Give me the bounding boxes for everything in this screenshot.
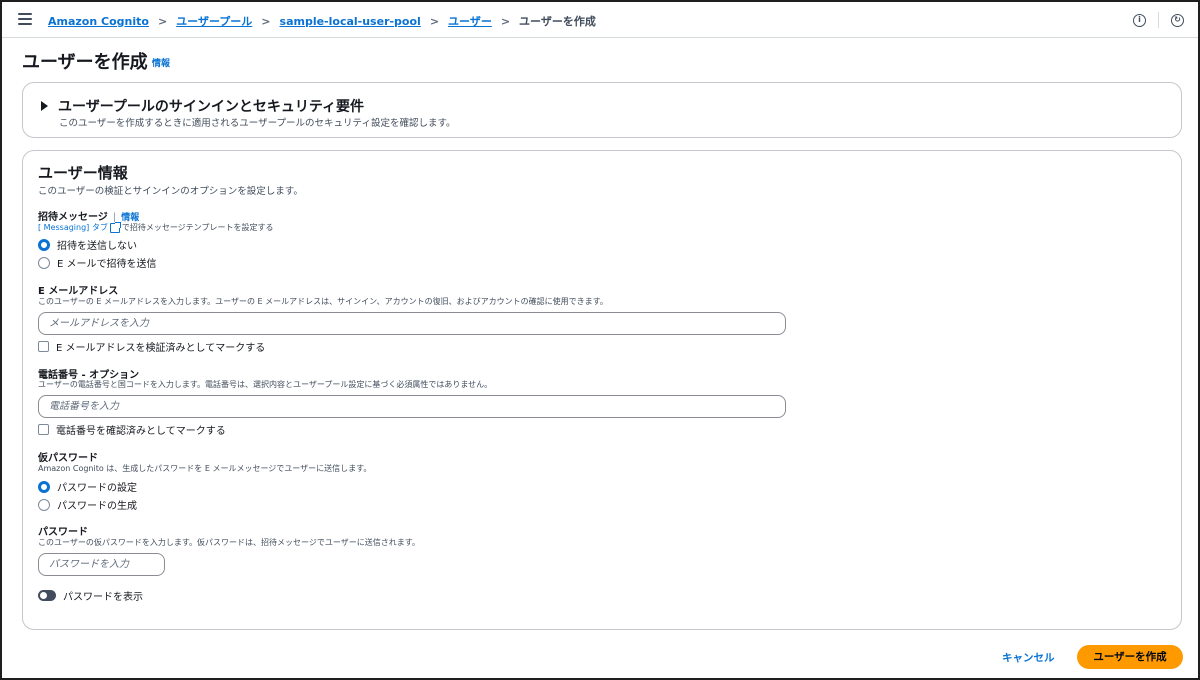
email-verified-checkbox[interactable]: E メールアドレスを検証済みとしてマークする [38, 339, 265, 354]
user-info-panel: ユーザー情報 このユーザーの検証とサインインのオプションを設定します。 招待メッ… [22, 150, 1182, 630]
radio-email-invite[interactable]: E メールで招待を送信 [38, 255, 157, 270]
browser-frame: Amazon Cognito > ユーザープール > sample-local-… [0, 0, 1200, 680]
radio-button-selected[interactable] [38, 480, 50, 493]
chevron-right-icon: > [500, 14, 511, 28]
page-info-link[interactable]: 情報 [152, 56, 170, 69]
radio-label: E メールで招待を送信 [57, 259, 157, 270]
radio-no-invite[interactable]: 招待を送信しない [38, 237, 137, 252]
temp-password-label: 仮パスワード [38, 453, 98, 464]
checkbox[interactable] [38, 424, 49, 435]
checkbox-label: E メールアドレスを検証済みとしてマークする [56, 343, 266, 354]
security-requirements-panel: ユーザープールのサインインとセキュリティ要件 このユーザーを作成するときに適用さ… [22, 82, 1182, 138]
chevron-right-icon: > [429, 14, 440, 28]
password-label: パスワード [38, 527, 88, 538]
chevron-right-icon: > [261, 14, 271, 28]
breadcrumb-pool-name[interactable]: sample-local-user-pool [280, 15, 421, 28]
breadcrumb-cognito[interactable]: Amazon Cognito [48, 15, 149, 28]
password-input[interactable] [38, 553, 165, 576]
security-panel-description: このユーザーを作成するときに適用されるユーザープールのセキュリティ設定を確認しま… [59, 118, 456, 129]
radio-button[interactable] [38, 498, 50, 511]
show-password-toggle-row[interactable]: パスワードを表示 [38, 588, 143, 603]
password-description: このユーザーの仮パスワードを入力します。仮パスワードは、招待メッセージでユーザー… [38, 538, 420, 547]
breadcrumb-current: ユーザーを作成 [519, 15, 596, 28]
checkbox-label: 電話番号を確認済みとしてマークする [56, 426, 226, 437]
chevron-right-icon: > [157, 14, 168, 28]
hamburger-menu-icon[interactable] [18, 13, 32, 25]
phone-description: ユーザーの電話番号と国コードを入力します。電話番号は、選択内容とユーザープール設… [38, 380, 493, 389]
info-icon[interactable]: i [1133, 13, 1146, 27]
email-label: E メールアドレス [38, 286, 119, 297]
page-title: ユーザーを作成 [22, 52, 148, 73]
divider [1158, 12, 1159, 28]
invitation-hint-text: で招待メッセージテンプレートを設定する [121, 223, 274, 232]
phone-verified-checkbox[interactable]: 電話番号を確認済みとしてマークする [38, 422, 226, 437]
radio-button[interactable] [38, 256, 50, 269]
security-panel-title: ユーザープールのサインインとセキュリティ要件 [58, 99, 365, 115]
phone-input[interactable] [38, 395, 786, 418]
radio-set-password[interactable]: パスワードの設定 [38, 479, 137, 494]
checkbox[interactable] [38, 341, 49, 352]
invitation-hint: [ Messaging] タブ で招待メッセージテンプレートを設定する [38, 221, 274, 233]
user-info-title: ユーザー情報 [38, 164, 128, 182]
breadcrumb-user-pools[interactable]: ユーザープール [176, 13, 252, 29]
top-navigation-bar: Amazon Cognito > ユーザープール > sample-local-… [2, 2, 1198, 38]
invitation-label-group: 招待メッセージ | 情報 [38, 208, 139, 223]
email-input[interactable] [38, 312, 786, 335]
toggle-label: パスワードを表示 [63, 592, 143, 603]
messaging-tab-link[interactable]: [ Messaging] タブ [38, 222, 108, 233]
toggle-switch[interactable] [38, 590, 56, 601]
caret-right-icon [41, 101, 48, 111]
cancel-button[interactable]: キャンセル [1002, 650, 1055, 665]
user-info-description: このユーザーの検証とサインインのオプションを設定します。 [38, 186, 303, 197]
breadcrumb-users[interactable]: ユーザー [448, 13, 492, 29]
create-user-button[interactable]: ユーザーを作成 [1077, 645, 1183, 669]
temp-password-description: Amazon Cognito は、生成したパスワードを E メールメッセージでユ… [38, 464, 372, 473]
email-description: このユーザーの E メールアドレスを入力します。ユーザーの E メールアドレスは… [38, 297, 608, 306]
breadcrumb: Amazon Cognito > ユーザープール > sample-local-… [48, 13, 596, 29]
feedback-icon[interactable]: ↻ [1171, 13, 1184, 27]
radio-label: パスワードの設定 [57, 483, 137, 494]
top-utility-icons: i ↻ [1133, 12, 1184, 28]
radio-generate-password[interactable]: パスワードの生成 [38, 497, 137, 512]
radio-label: 招待を送信しない [57, 241, 137, 252]
radio-label: パスワードの生成 [57, 501, 137, 512]
radio-button-selected[interactable] [38, 238, 50, 251]
security-expand-toggle[interactable]: ユーザープールのサインインとセキュリティ要件 [41, 96, 364, 116]
external-link-icon[interactable] [109, 221, 121, 233]
